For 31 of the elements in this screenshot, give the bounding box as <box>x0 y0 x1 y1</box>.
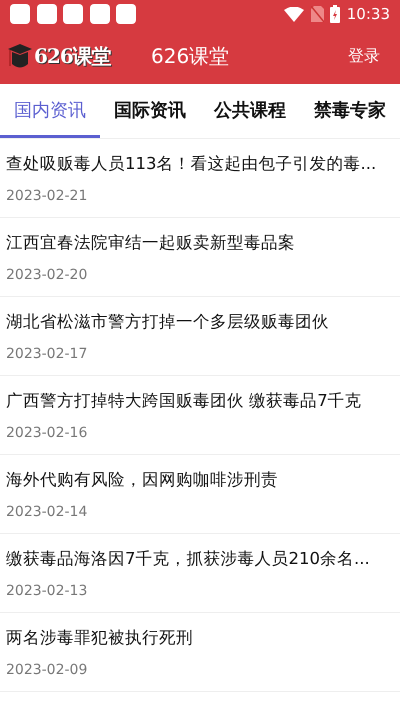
notification-icon <box>10 4 30 24</box>
article-title[interactable]: 海外代购有风险，因网购咖啡涉刑责 <box>6 468 394 490</box>
article-title[interactable]: 湖北省松滋市警方打掉一个多层级贩毒团伙 <box>6 310 394 332</box>
app-title: 626课堂 <box>151 42 230 70</box>
article-title[interactable]: 两名涉毒罪犯被执行死刑 <box>6 626 394 648</box>
logo-text: 626课堂 <box>34 42 111 70</box>
tab[interactable]: 公共课程 <box>200 84 300 138</box>
tab[interactable]: 禁毒专家 <box>300 84 400 138</box>
article-title[interactable]: 江西宜春法院审结一起贩卖新型毒品案 <box>6 232 394 254</box>
no-sim-icon <box>310 6 324 22</box>
article-title[interactable]: 广西警方打掉特大跨国贩毒团伙 缴获毒品7千克 <box>6 390 394 412</box>
notification-icon <box>90 4 110 24</box>
article-date: 2023-02-20 <box>6 266 88 282</box>
notification-icon <box>63 4 83 24</box>
wifi-icon <box>284 6 304 22</box>
article-date: 2023-02-16 <box>6 424 88 440</box>
graduation-cap-icon <box>8 44 32 70</box>
notification-icon <box>36 4 56 24</box>
notification-icon <box>116 4 136 24</box>
tab[interactable]: 国际资讯 <box>100 84 200 138</box>
article-date: 2023-02-21 <box>6 188 88 204</box>
login-link[interactable]: 登录 <box>348 46 380 66</box>
article-date: 2023-02-13 <box>6 582 88 598</box>
article-title[interactable]: 缴获毒品海洛因7千克，抓获涉毒人员210余名... <box>6 548 394 570</box>
article-date: 2023-02-14 <box>6 504 88 520</box>
article-date: 2023-02-09 <box>6 662 88 678</box>
tab[interactable]: 国内资讯 <box>0 84 100 138</box>
article-title[interactable]: 查处吸贩毒人员113名！看这起由包子引发的毒... <box>6 152 394 174</box>
article-date: 2023-02-17 <box>6 346 88 362</box>
status-time: 10:33 <box>346 5 390 23</box>
battery-icon <box>330 5 340 23</box>
